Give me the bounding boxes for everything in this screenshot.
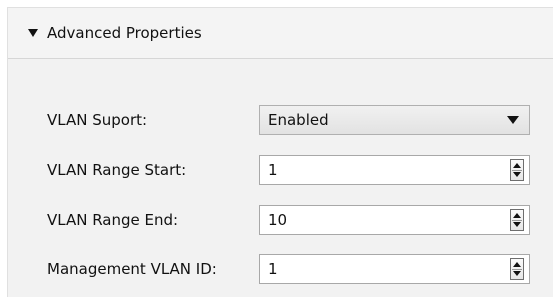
vlan-support-row: VLAN Suport: Enabled: [8, 103, 553, 137]
vlan-support-value: Enabled: [268, 111, 329, 129]
vlan-support-label: VLAN Suport:: [47, 111, 148, 129]
vlan-range-start-label: VLAN Range Start:: [47, 161, 187, 179]
vlan-range-start-input[interactable]: 1: [259, 155, 530, 185]
management-vlan-id-input[interactable]: 1: [259, 254, 530, 284]
spinner-arrows-icon[interactable]: [510, 209, 524, 231]
decrement-arrow-icon[interactable]: [513, 172, 521, 177]
increment-arrow-icon[interactable]: [513, 213, 521, 218]
vlan-range-start-row: VLAN Range Start: 1: [8, 153, 553, 187]
section-title: Advanced Properties: [47, 24, 202, 42]
decrement-arrow-icon[interactable]: [513, 271, 521, 276]
vlan-range-end-label: VLAN Range End:: [47, 211, 179, 229]
section-header[interactable]: Advanced Properties: [8, 8, 553, 59]
advanced-properties-panel: Advanced Properties VLAN Suport: Enabled…: [7, 7, 553, 297]
increment-arrow-icon[interactable]: [513, 163, 521, 168]
vlan-support-dropdown[interactable]: Enabled: [259, 105, 530, 135]
decrement-arrow-icon[interactable]: [513, 222, 521, 227]
spinner-arrows-icon[interactable]: [510, 258, 524, 280]
triangle-down-icon[interactable]: [28, 29, 38, 37]
increment-arrow-icon[interactable]: [513, 262, 521, 267]
vlan-range-end-row: VLAN Range End: 10: [8, 203, 553, 237]
management-vlan-id-row: Management VLAN ID: 1: [8, 252, 553, 286]
chevron-down-icon[interactable]: [507, 116, 519, 124]
vlan-range-start-value: 1: [268, 161, 278, 179]
vlan-range-end-input[interactable]: 10: [259, 205, 530, 235]
management-vlan-id-label: Management VLAN ID:: [47, 260, 217, 278]
management-vlan-id-value: 1: [268, 260, 278, 278]
spinner-arrows-icon[interactable]: [510, 159, 524, 181]
vlan-range-end-value: 10: [268, 211, 288, 229]
